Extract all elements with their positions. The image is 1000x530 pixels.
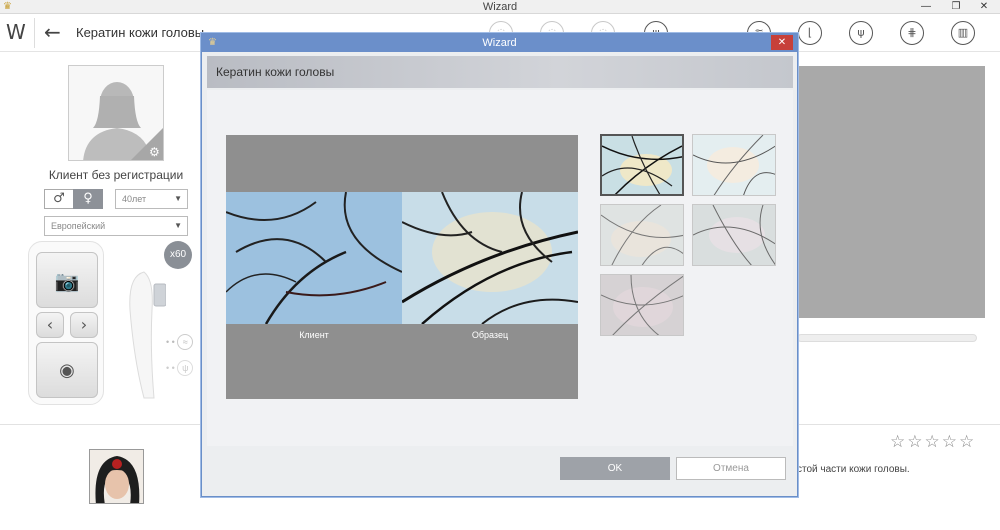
sample-thumbnail[interactable]: [600, 134, 684, 196]
rating-stars[interactable]: ☆☆☆☆☆: [890, 432, 976, 452]
camera-remote: 📷 ‹ › ◉: [28, 241, 104, 405]
capture-preview: [797, 66, 985, 318]
wizard-dialog: ♛ Wizard ✕ Кератин кожи головы Клиент Об…: [201, 33, 798, 497]
ethnicity-value: Европейский: [51, 221, 106, 231]
hair-loss-icon[interactable]: ψ: [849, 21, 873, 45]
person-silhouette-icon: ⚙: [69, 66, 163, 160]
svg-text:⚙: ⚙: [149, 145, 160, 159]
sample-thumbnail[interactable]: [692, 134, 776, 196]
sample-label: Образец: [471, 330, 509, 340]
scalp-keratin-icon[interactable]: ⋕: [900, 21, 924, 45]
sample-image: [402, 192, 578, 324]
usb-icon: ψ: [177, 360, 194, 376]
client-avatar[interactable]: ⚙: [68, 65, 164, 161]
client-name: Клиент без регистрации: [48, 168, 184, 182]
report-icon[interactable]: ▥: [951, 21, 975, 45]
result-description: стой части кожи головы.: [797, 464, 910, 475]
chevron-left-icon[interactable]: ‹: [36, 312, 64, 338]
header-divider: [34, 18, 35, 48]
hair-thickness-icon[interactable]: ⌊: [798, 21, 822, 45]
chevron-right-icon[interactable]: ›: [70, 312, 98, 338]
dialog-heading: Кератин кожи головы: [216, 65, 335, 79]
client-label: Клиент: [299, 330, 329, 340]
ethnicity-select[interactable]: Европейский ▼: [44, 216, 188, 236]
ok-button[interactable]: OK: [560, 457, 670, 480]
dialog-title: Wizard: [482, 37, 517, 49]
chevron-down-icon: ▼: [174, 194, 182, 203]
maximize-button[interactable]: ❐: [942, 0, 970, 14]
close-icon[interactable]: ✕: [771, 35, 793, 50]
age-select[interactable]: 40лет ▼: [115, 189, 188, 209]
dialog-body: Клиент Образец: [207, 90, 793, 446]
sample-thumbnail[interactable]: [600, 274, 684, 336]
dialog-footer: OK Отмена: [207, 446, 793, 494]
wifi-indicator: • • ≈: [166, 334, 194, 350]
magnification-badge: x60: [164, 241, 192, 269]
dialog-header: Кератин кожи головы: [207, 56, 793, 88]
arrow-left-icon[interactable]: ←: [44, 21, 66, 43]
comparison-panel: Клиент Образец: [226, 135, 578, 399]
window-titlebar: ♛ Wizard — ❐ ✕: [0, 0, 1000, 14]
sample-thumbnail[interactable]: [600, 204, 684, 266]
sample-thumbnail[interactable]: [692, 204, 776, 266]
page-title: Кератин кожи головы: [76, 25, 205, 40]
age-value: 40лет: [122, 194, 147, 204]
wifi-icon: ≈: [177, 334, 194, 350]
client-image: [226, 192, 402, 324]
window-title: Wizard: [482, 1, 518, 13]
cancel-button[interactable]: Отмена: [676, 457, 786, 480]
usb-indicator: • • ψ: [166, 360, 194, 376]
scope-device: [126, 270, 167, 402]
gender-female-button[interactable]: ♀: [73, 189, 103, 209]
w-logo-icon: W: [6, 20, 26, 44]
dialog-titlebar: ♛ Wizard ✕: [202, 34, 797, 52]
scalp-area-thumbnail[interactable]: [89, 449, 144, 504]
camera-icon[interactable]: 📷: [36, 252, 98, 308]
gender-male-button[interactable]: ♂: [44, 189, 74, 209]
record-icon[interactable]: ◉: [36, 342, 98, 398]
minimize-button[interactable]: —: [912, 0, 940, 14]
progress-bar: [797, 334, 977, 342]
close-window-button[interactable]: ✕: [970, 0, 998, 14]
chevron-down-icon: ▼: [174, 221, 182, 230]
